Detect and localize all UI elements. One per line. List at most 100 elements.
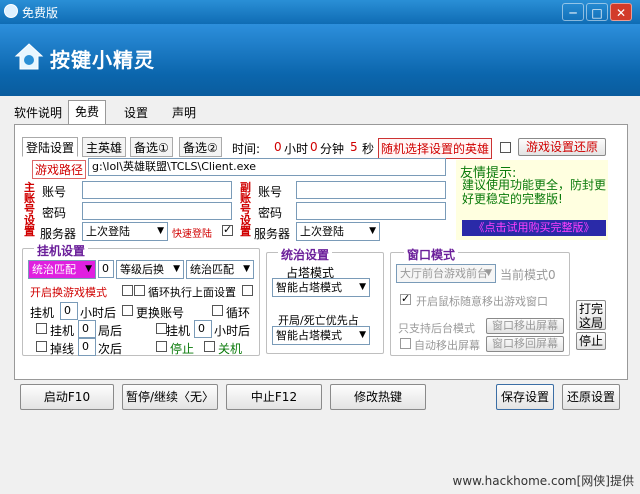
subtab-alt1[interactable]: 备选① xyxy=(130,137,173,157)
finish-round-button[interactable]: 打完这局 xyxy=(576,300,606,330)
app-icon xyxy=(4,4,18,18)
main-server-value: 上次登陆 xyxy=(86,225,130,238)
hangup3-label: 挂机 xyxy=(166,324,191,338)
loop-label: 循环 xyxy=(226,306,251,320)
hangup-rounds-input[interactable]: 0 xyxy=(78,320,96,338)
hangup-mode2-select[interactable]: 统治匹配 ▼ xyxy=(186,260,254,279)
move-window-back-button[interactable]: 窗口移回屏幕 xyxy=(486,336,564,352)
hangup-mode2-value: 统治匹配 xyxy=(190,263,234,276)
modify-hotkey-button[interactable]: 修改热键 xyxy=(330,384,426,410)
hours-label: 小时 xyxy=(284,142,309,156)
chevron-down-icon: ▼ xyxy=(243,264,250,274)
hangup-level-input[interactable]: 0 xyxy=(98,260,114,278)
title-bar: 免费版 xyxy=(0,0,640,24)
hours-value: 0 xyxy=(274,140,282,154)
shutdown-checkbox[interactable] xyxy=(204,341,215,352)
loop-exec-checkbox[interactable] xyxy=(134,285,145,296)
stop-checkbox[interactable] xyxy=(156,341,167,352)
disconnect-checkbox[interactable] xyxy=(36,341,47,352)
restore-settings-button[interactable]: 还原设置 xyxy=(562,384,620,410)
hangup-hours2-input[interactable]: 0 xyxy=(194,320,212,338)
sub-server-label: 服务器 xyxy=(254,227,291,241)
chevron-down-icon: ▼ xyxy=(359,330,366,340)
sub-server-select[interactable]: 上次登陆 ▼ xyxy=(296,222,380,241)
chevron-down-icon: ▼ xyxy=(85,264,92,274)
chevron-down-icon: ▼ xyxy=(173,264,180,274)
stop-label: 停止 xyxy=(170,342,195,356)
chevron-down-icon: ▼ xyxy=(157,226,164,236)
tab-statement[interactable]: 声明 xyxy=(166,102,202,124)
subtab-alt2[interactable]: 备选② xyxy=(179,137,222,157)
seconds-label: 秒 xyxy=(362,142,375,156)
watermark-text: www.hackhome.com[网侠]提供 xyxy=(452,474,635,488)
disconnect-label: 掉线 xyxy=(50,342,75,356)
window-mode-value: 大厅前台游戏前台 xyxy=(400,267,488,280)
quick-login-checkbox[interactable] xyxy=(222,223,233,236)
hours-after2-label: 小时后 xyxy=(214,324,251,338)
tower-mode-select[interactable]: 智能占塔模式 ▼ xyxy=(272,278,370,297)
hangup-rounds-checkbox[interactable] xyxy=(36,323,47,334)
tab-free[interactable]: 免费 xyxy=(68,100,107,124)
seconds-value: 5 xyxy=(350,140,358,154)
main-account-label: 账号 xyxy=(42,185,67,199)
tab-settings[interactable]: 设置 xyxy=(118,102,154,124)
subtab-main-hero[interactable]: 主英雄 xyxy=(82,137,127,157)
pause-resume-button[interactable]: 暂停/继续〈无〉 xyxy=(122,384,218,410)
start-button[interactable]: 启动F10 xyxy=(20,384,114,410)
start-priority-value: 智能占塔模式 xyxy=(276,329,342,342)
maximize-button[interactable]: □ xyxy=(586,3,608,21)
minimize-button[interactable]: ─ xyxy=(562,3,584,21)
open-game-mode-checkbox[interactable] xyxy=(122,285,133,296)
sub-account-input[interactable] xyxy=(296,181,446,199)
hangup-rank-value: 等级后换 xyxy=(120,263,164,276)
stop-small-button[interactable]: 停止 xyxy=(576,332,606,350)
restore-game-settings-button[interactable]: 游戏设置还原 xyxy=(518,138,606,156)
hangup-rank-select[interactable]: 等级后换 ▼ xyxy=(116,260,184,279)
sub-account-side-label: 副账号设置 xyxy=(240,181,251,238)
subtab-login[interactable]: 登陆设置 xyxy=(22,137,79,157)
shutdown-label: 关机 xyxy=(218,342,243,356)
window-mode-select[interactable]: 大厅前台游戏前台 ▼ xyxy=(396,264,496,283)
loop-checkbox[interactable] xyxy=(212,305,223,316)
mouse-move-out-label: 开启鼠标随意移出游戏窗口 xyxy=(416,295,548,308)
sub-password-input[interactable] xyxy=(296,202,446,220)
main-account-input[interactable] xyxy=(82,181,232,199)
loop-exec-label: 循环执行上面设置 xyxy=(148,286,236,299)
minutes-value: 0 xyxy=(310,140,318,154)
tab-manual[interactable]: 软件说明 xyxy=(8,102,68,124)
auto-move-out-checkbox[interactable] xyxy=(400,338,411,349)
window-mode-title: 窗口模式 xyxy=(404,246,459,263)
game-path-input[interactable]: g:\lol\英雄联盟\TCLS\Client.exe xyxy=(88,158,446,176)
rounds-after-label: 局后 xyxy=(98,324,123,338)
domination-title: 统治设置 xyxy=(278,246,333,263)
close-button[interactable]: ✕ xyxy=(610,3,632,21)
hangup-title: 挂机设置 xyxy=(34,242,89,259)
hangup2-label: 挂机 xyxy=(50,324,75,338)
tip-body: 建议使用功能更全，防封更好更稳定的完整版! xyxy=(462,178,607,206)
open-game-mode-label: 开启换游戏模式 xyxy=(30,286,107,299)
stop-button[interactable]: 中止F12 xyxy=(226,384,322,410)
times-after-label: 次后 xyxy=(98,342,123,356)
loop-exec-checkbox-right[interactable] xyxy=(242,285,253,296)
logo-text: 按键小精灵 xyxy=(50,48,155,72)
main-password-input[interactable] xyxy=(82,202,232,220)
window-title: 免费版 xyxy=(22,6,59,20)
change-account-label: 更换账号 xyxy=(136,306,185,320)
hangup-hours-input[interactable]: 0 xyxy=(60,302,78,320)
time-label: 时间: xyxy=(232,142,261,156)
buy-full-version-link[interactable]: 《点击试用购买完整版》 xyxy=(462,220,606,236)
chevron-down-icon: ▼ xyxy=(369,226,376,236)
mouse-move-out-checkbox[interactable] xyxy=(400,292,411,305)
hangup-mode-value: 统治匹配 xyxy=(32,263,76,276)
random-hero-checkbox[interactable] xyxy=(500,142,511,153)
save-settings-button[interactable]: 保存设置 xyxy=(496,384,554,410)
sub-server-value: 上次登陆 xyxy=(300,225,344,238)
start-priority-select[interactable]: 智能占塔模式 ▼ xyxy=(272,326,370,345)
disconnect-input[interactable]: 0 xyxy=(78,338,96,356)
hangup-mode-select[interactable]: 统治匹配 ▼ xyxy=(28,260,96,279)
sub-account-label: 账号 xyxy=(258,185,283,199)
change-account-checkbox[interactable] xyxy=(122,305,133,316)
sub-password-label: 密码 xyxy=(258,206,283,220)
main-server-select[interactable]: 上次登陆 ▼ xyxy=(82,222,168,241)
move-window-out-button[interactable]: 窗口移出屏幕 xyxy=(486,318,564,334)
